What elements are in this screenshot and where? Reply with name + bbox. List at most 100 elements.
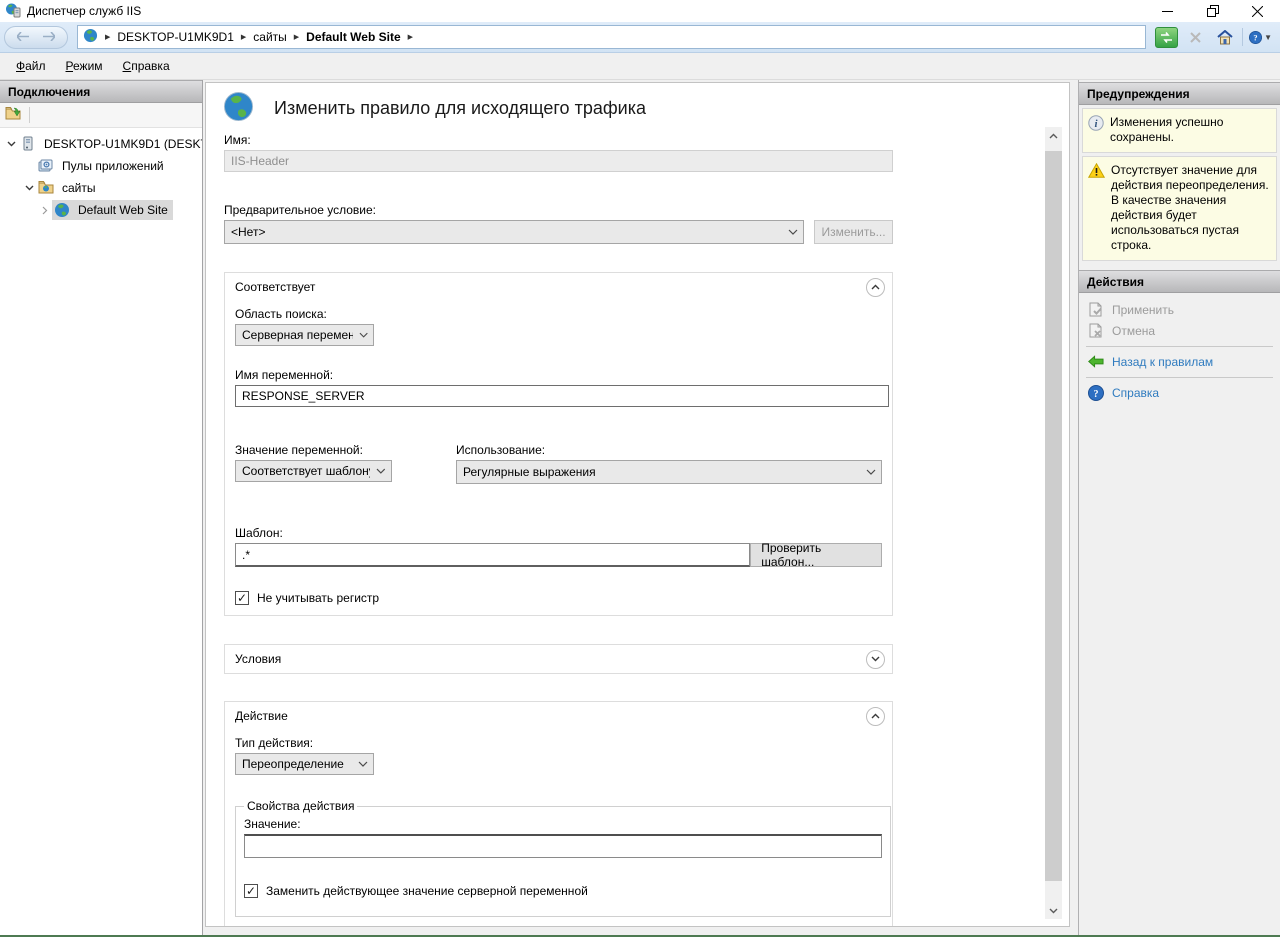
close-button[interactable] <box>1235 0 1280 22</box>
back-icon[interactable] <box>17 30 30 44</box>
chevron-down-icon <box>359 332 368 338</box>
action-section: Действие Тип действия: Переопределение С… <box>224 701 893 927</box>
collapse-section-icon[interactable] <box>866 278 885 297</box>
scroll-down-icon[interactable] <box>1045 902 1062 919</box>
minimize-button[interactable] <box>1145 0 1190 22</box>
back-arrow-icon <box>1088 354 1104 370</box>
variable-value-label: Значение переменной: <box>235 443 456 457</box>
tree-item-server-label: DESKTOP-U1MK9D1 (DESKTOP <box>41 135 202 153</box>
tree-item-server[interactable]: DESKTOP-U1MK9D1 (DESKTOP <box>0 133 202 155</box>
server-icon <box>20 136 37 152</box>
precondition-select[interactable]: <Нет> <box>224 220 804 244</box>
scroll-up-icon[interactable] <box>1045 127 1062 144</box>
tree-item-default-web-site[interactable]: Default Web Site <box>0 199 202 221</box>
title-bar: Диспетчер служб IIS <box>0 0 1280 22</box>
variable-value-value: Соответствует шаблону <box>242 464 370 478</box>
website-globe-icon <box>54 202 71 218</box>
connections-toolbar <box>0 103 202 128</box>
help-circle-icon: ? <box>1088 385 1104 401</box>
help-action[interactable]: ? Справка <box>1079 382 1280 403</box>
value-label: Значение: <box>244 817 882 831</box>
vertical-scrollbar[interactable] <box>1045 127 1062 919</box>
site-globe-icon[interactable] <box>83 28 98 46</box>
action-properties-group: Свойства действия Значение: ✓ Заменить д… <box>235 799 891 917</box>
menu-help[interactable]: Справка <box>113 55 180 77</box>
restore-button[interactable] <box>1190 0 1235 22</box>
usage-value: Регулярные выражения <box>463 465 596 479</box>
breadcrumb: ▶ DESKTOP-U1MK9D1 ▶ сайты ▶ Default Web … <box>77 25 1146 49</box>
help-icon[interactable]: ? ▼ <box>1249 27 1272 48</box>
menu-view[interactable]: Режим <box>56 55 113 77</box>
refresh-icon[interactable] <box>1155 27 1178 48</box>
chevron-down-icon <box>788 229 798 235</box>
rule-name-input[interactable] <box>224 150 893 172</box>
collapse-chevron-icon[interactable] <box>22 185 36 191</box>
edit-precondition-button[interactable]: Изменить... <box>814 220 893 244</box>
tree-item-sites[interactable]: сайты <box>0 177 202 199</box>
sites-folder-icon <box>38 180 55 196</box>
scope-select[interactable]: Серверная переменн <box>235 324 374 346</box>
collapse-section-icon[interactable] <box>866 707 885 726</box>
breadcrumb-item-sites[interactable]: сайты <box>253 30 287 44</box>
match-section: Соответствует Область поиска: Серверная … <box>224 272 893 616</box>
breadcrumb-item-default-web-site[interactable]: Default Web Site <box>306 30 400 44</box>
scope-label: Область поиска: <box>235 307 882 321</box>
collapse-chevron-icon[interactable] <box>4 141 18 147</box>
cancel-action[interactable]: Отмена <box>1079 320 1280 341</box>
variable-name-label: Имя переменной: <box>235 368 882 382</box>
pattern-label: Шаблон: <box>235 526 882 540</box>
breadcrumb-arrow-icon: ▶ <box>408 33 413 41</box>
edit-outbound-rule-page: Изменить правило для исходящего трафика … <box>205 82 1070 927</box>
expand-section-icon[interactable] <box>866 650 885 669</box>
help-dropdown-caret-icon[interactable]: ▼ <box>1264 33 1272 42</box>
tree-item-app-pools[interactable]: Пулы приложений <box>0 155 202 177</box>
action-section-header[interactable]: Действие <box>225 702 892 730</box>
match-section-title: Соответствует <box>235 280 315 294</box>
chevron-down-icon <box>358 761 368 767</box>
action-type-label: Тип действия: <box>235 736 882 750</box>
info-notice: i Изменения успешно сохранены. <box>1082 108 1277 153</box>
content-area: Изменить правило для исходящего трафика … <box>203 80 1078 935</box>
variable-value-select[interactable]: Соответствует шаблону <box>235 460 392 482</box>
warning-notice: Отсутствует значение для действия переоп… <box>1082 156 1277 261</box>
home-icon[interactable] <box>1213 27 1236 48</box>
connections-header: Подключения <box>0 80 202 103</box>
conditions-section-header[interactable]: Условия <box>225 645 892 673</box>
back-to-rules-action[interactable]: Назад к правилам <box>1079 351 1280 372</box>
breadcrumb-arrow-icon: ▶ <box>294 33 299 41</box>
connections-tree: DESKTOP-U1MK9D1 (DESKTOP Пулы приложений <box>0 128 202 935</box>
chevron-down-icon <box>376 468 386 474</box>
forward-icon[interactable] <box>42 30 55 44</box>
chevron-down-icon <box>866 469 876 475</box>
svg-text:?: ? <box>1094 389 1099 400</box>
apply-label: Применить <box>1112 303 1174 317</box>
menu-file[interactable]: Файл <box>6 55 56 77</box>
tree-item-sites-label: сайты <box>59 179 99 197</box>
breadcrumb-arrow-icon: ▶ <box>241 33 246 41</box>
match-section-header[interactable]: Соответствует <box>225 273 892 301</box>
alerts-header: Предупреждения <box>1079 82 1280 105</box>
actions-list: Применить Отмена <box>1079 293 1280 403</box>
action-value-input[interactable] <box>244 834 882 858</box>
action-properties-legend: Свойства действия <box>244 799 357 813</box>
precondition-value: <Нет> <box>231 225 265 239</box>
ignore-case-checkbox[interactable]: ✓ <box>235 591 249 605</box>
variable-name-input[interactable] <box>235 385 889 407</box>
toolbar-separator <box>29 107 30 123</box>
pattern-input[interactable] <box>235 543 750 567</box>
action-section-title: Действие <box>235 709 288 723</box>
stop-icon[interactable] <box>1184 27 1207 48</box>
menu-bar: Файл Режим Справка <box>0 53 1280 80</box>
scrollbar-thumb[interactable] <box>1045 151 1062 881</box>
expand-chevron-icon[interactable] <box>38 206 52 215</box>
tree-selection: Default Web Site <box>52 200 173 220</box>
breadcrumb-item-server[interactable]: DESKTOP-U1MK9D1 <box>117 30 233 44</box>
back-to-rules-label: Назад к правилам <box>1112 355 1213 369</box>
apply-action[interactable]: Применить <box>1079 299 1280 320</box>
save-connection-icon[interactable] <box>5 106 22 124</box>
test-pattern-button[interactable]: Проверить шаблон... <box>750 543 882 567</box>
address-bar: ▶ DESKTOP-U1MK9D1 ▶ сайты ▶ Default Web … <box>0 22 1280 53</box>
usage-select[interactable]: Регулярные выражения <box>456 460 882 484</box>
replace-value-checkbox[interactable]: ✓ <box>244 884 258 898</box>
action-type-select[interactable]: Переопределение <box>235 753 374 775</box>
